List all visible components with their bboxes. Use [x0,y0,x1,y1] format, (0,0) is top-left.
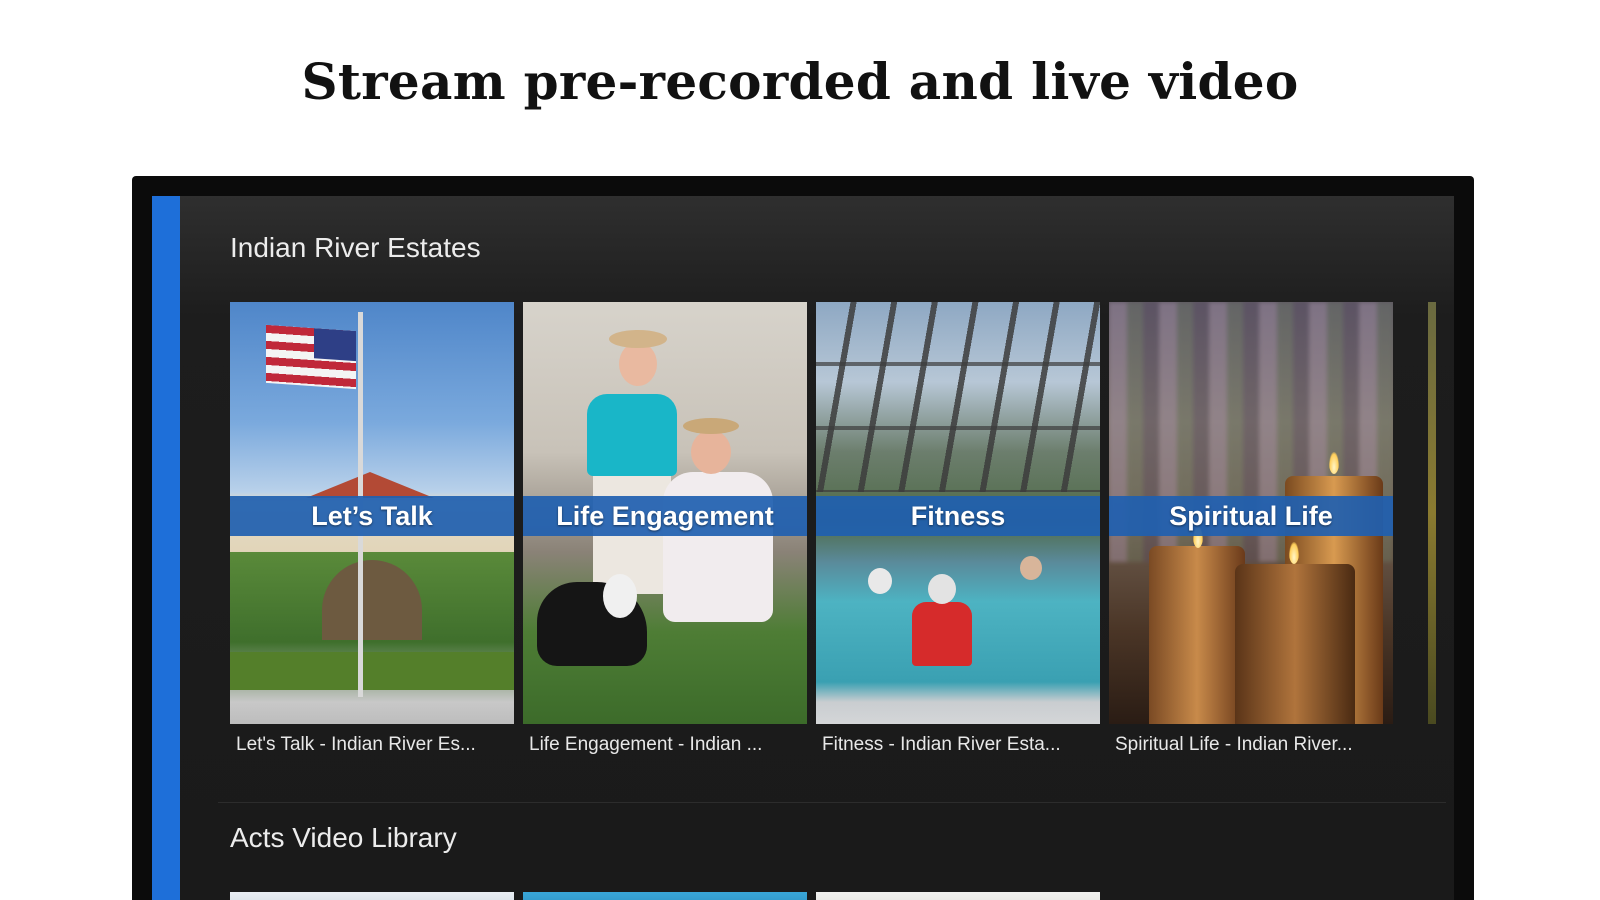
tv-frame: Indian River Estates Let’s Talk Let's Ta… [132,176,1474,900]
card-caption-life-engagement: Life Engagement - Indian ... [529,734,763,755]
swimmer-figure [912,602,972,666]
woman-figure [663,472,773,622]
video-card-spiritual-life[interactable]: Spiritual Life [1109,302,1393,724]
pool-enclosure-shape [816,302,1100,492]
card-caption-spiritual-life: Spiritual Life - Indian River... [1115,734,1353,755]
library-card-3[interactable] [816,892,1100,900]
video-card-life-engagement[interactable]: Life Engagement [523,302,807,724]
building-roof-shape [306,472,434,498]
candle-icon [1149,546,1245,724]
swimmer-head-shape [868,568,892,594]
library-card-1[interactable] [230,892,514,900]
flag-icon [266,324,356,390]
hat-icon [683,418,739,434]
nav-focus-indicator [152,196,180,900]
flame-icon [1289,542,1299,564]
swimmer-head-shape [928,574,956,604]
flame-icon [1329,452,1339,474]
card-banner-lets-talk: Let’s Talk [230,496,514,536]
hat-icon [609,330,667,348]
video-card-lets-talk[interactable]: Let’s Talk [230,302,514,724]
card-caption-lets-talk: Let's Talk - Indian River Es... [236,734,476,755]
page-headline: Stream pre-recorded and live video [301,52,1299,111]
man-figure-shirt [587,394,677,476]
candle-icon [1235,564,1355,724]
tv-screen: Indian River Estates Let’s Talk Let's Ta… [152,196,1454,900]
card-banner-life-engagement: Life Engagement [523,496,807,536]
row-title-acts-video-library: Acts Video Library [230,822,457,853]
building-arch-shape [322,560,422,640]
row-title-indian-river-estates: Indian River Estates [230,232,481,263]
library-card-2[interactable] [523,892,807,900]
card-caption-fitness: Fitness - Indian River Esta... [822,734,1061,755]
row-divider [218,802,1446,803]
dog-face-shape [603,574,637,618]
video-card-fitness[interactable]: Fitness [816,302,1100,724]
swimmer-head-shape [1020,556,1042,580]
man-figure-head [619,342,657,386]
card-banner-spiritual-life: Spiritual Life [1109,496,1393,536]
woman-figure-head [691,430,731,474]
next-card-peek[interactable] [1428,302,1436,724]
card-banner-fitness: Fitness [816,496,1100,536]
hedge-shape [230,652,514,690]
